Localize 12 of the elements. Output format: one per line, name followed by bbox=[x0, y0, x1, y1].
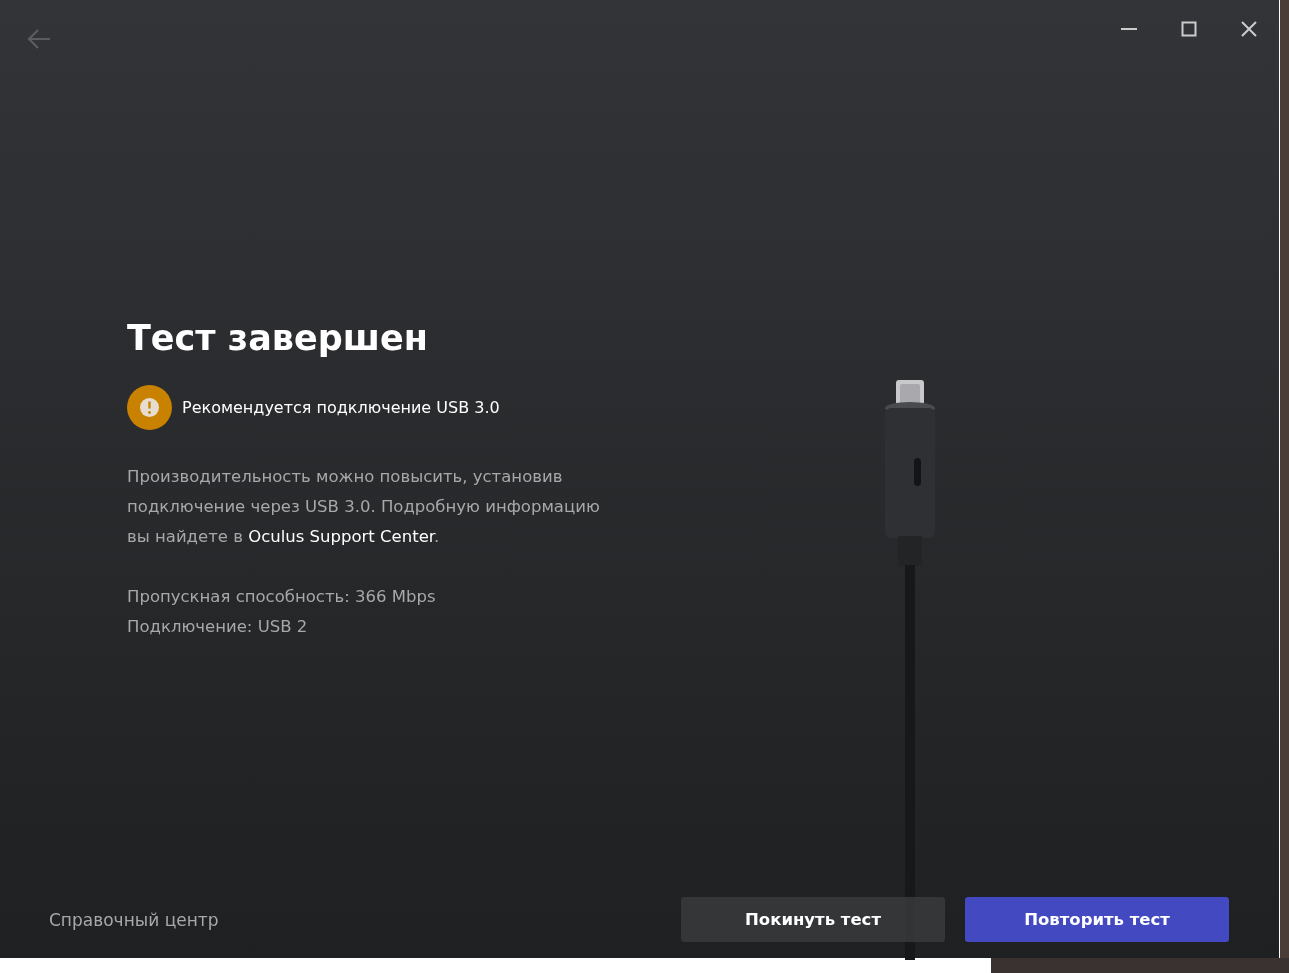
close-icon[interactable] bbox=[1241, 21, 1257, 37]
warning-icon bbox=[127, 385, 172, 430]
support-link[interactable]: Oculus Support Center bbox=[248, 527, 435, 546]
notice-text: Рекомендуется подключение USB 3.0 bbox=[182, 398, 500, 417]
maximize-icon[interactable] bbox=[1181, 21, 1197, 37]
description-text: Производительность можно повысить, установив подключение через USB 3.0. Подробную информацию вы найдете в Oculus Support Center. bbox=[127, 466, 601, 548]
stat-text: Подключение: USB 2 bbox=[127, 616, 309, 638]
stat-text: Пропускная способность: 366 Mbps bbox=[127, 586, 437, 608]
retry-test-button[interactable]: Повторить тест bbox=[965, 897, 1229, 942]
page-title: Тест завершен bbox=[127, 318, 429, 358]
leave-test-button[interactable]: Покинуть тест bbox=[681, 897, 945, 942]
help-center-link[interactable]: Справочный центр bbox=[49, 909, 219, 930]
